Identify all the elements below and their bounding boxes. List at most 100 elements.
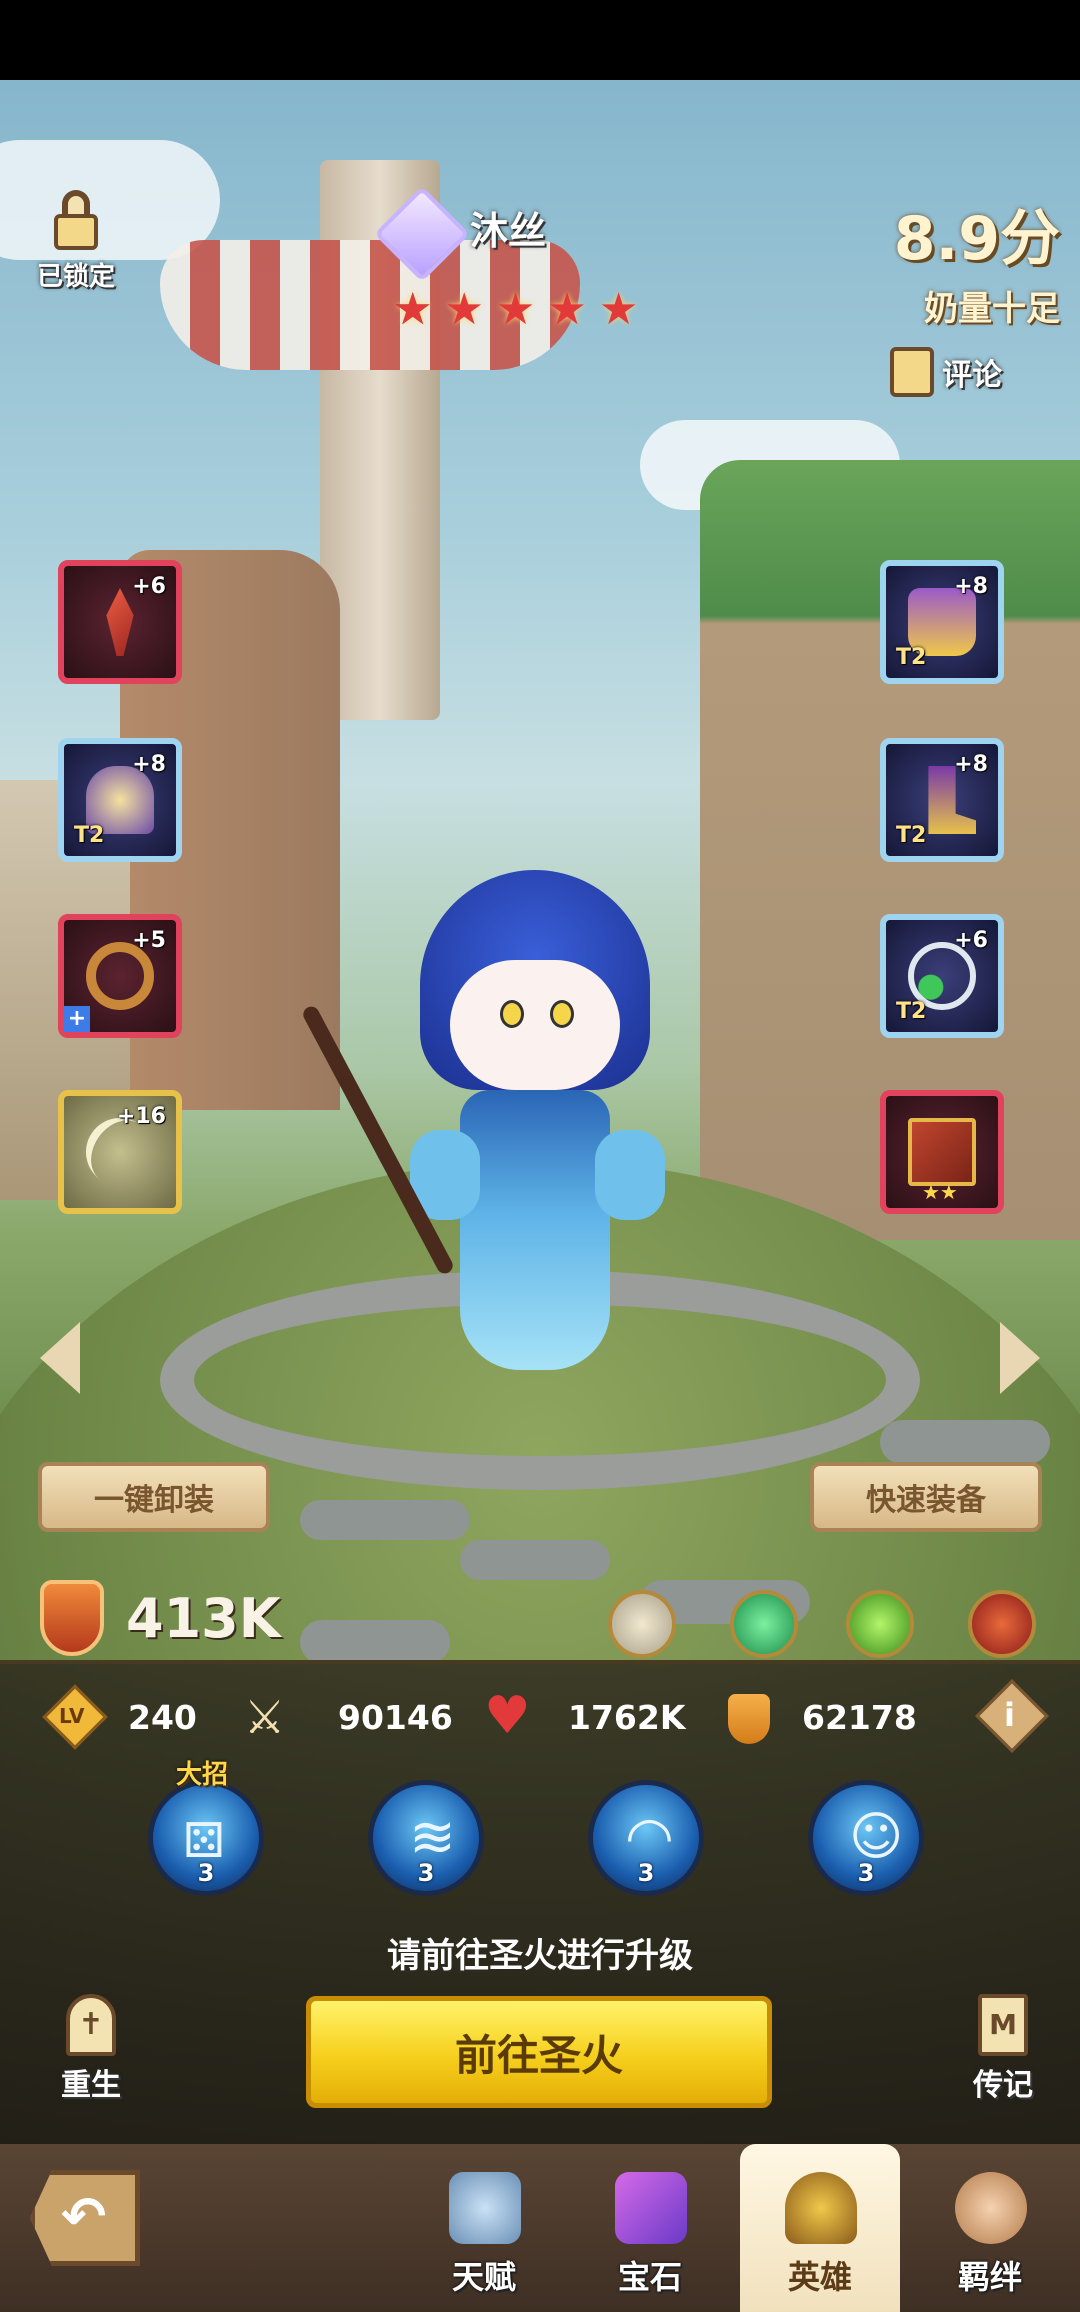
hero-eye [500, 1000, 524, 1028]
info-glyph: i [1004, 1696, 1015, 1734]
star-icon: ★ [444, 284, 484, 335]
prev-hero-arrow[interactable] [40, 1322, 80, 1394]
tier-badge: T2 [896, 823, 927, 848]
equip-slot-weapon[interactable]: +6 [58, 560, 182, 684]
equip-slot-artifact[interactable]: +16 [58, 1090, 182, 1214]
tab-bond[interactable]: 羁绊 [910, 2144, 1070, 2312]
attribute-icon[interactable] [968, 1590, 1036, 1658]
tab-talent[interactable]: 天赋 [404, 2144, 564, 2312]
skill-level: 3 [637, 1859, 655, 1887]
hero-level: 240 [128, 1698, 197, 1737]
hero-eye [550, 1000, 574, 1028]
enhance-level: +16 [116, 1104, 166, 1129]
tier-badge: T2 [896, 999, 927, 1024]
hero-name: 沐丝 [470, 209, 547, 253]
hp-value: 1762K [568, 1698, 686, 1737]
skill-ultimate[interactable]: ⚄ 3 [148, 1780, 264, 1896]
hero-robe [460, 1090, 610, 1370]
rating-score: 8.9分 [893, 204, 1060, 274]
equip-slot-armor[interactable]: +8 T2 [880, 560, 1004, 684]
lock-icon [54, 190, 98, 250]
tombstone-icon: ✝ [66, 1994, 116, 2056]
hero-header: 沐丝 ★ ★ ★ ★ ★ [370, 185, 710, 340]
rebirth-label: 重生 [61, 2068, 121, 2103]
skill-4[interactable]: ☺ 3 [808, 1780, 924, 1896]
upgrade-hint: 请前往圣火进行升级 [387, 1936, 693, 1976]
tab-label: 宝石 [617, 2258, 682, 2296]
defense-value: 62178 [802, 1698, 917, 1737]
status-bar [0, 0, 1080, 80]
tier-badge: T2 [896, 645, 927, 670]
stats-row: LV 240 ⚔ 90146 ♥ 1762K 62178 i [42, 1679, 1049, 1753]
equip-slot-boots[interactable]: +8 T2 [880, 738, 1004, 862]
rating-tag: 奶量十足 [924, 289, 1060, 329]
comment-label: 评论 [942, 358, 1002, 393]
power-row: 413K [40, 1578, 360, 1658]
stepping-stone [880, 1420, 1050, 1464]
equip-slot-necklace[interactable]: +6 T2 [880, 914, 1004, 1038]
enhance-level: +6 [132, 574, 166, 599]
hero-character[interactable] [300, 870, 690, 1400]
go-sacred-fire-button[interactable]: 前往圣火 [306, 1996, 772, 2108]
back-arrow-icon: ↶ [61, 2185, 107, 2248]
faction-crystal-icon [373, 185, 471, 283]
enhance-level: +8 [954, 574, 988, 599]
tab-label: 英雄 [787, 2258, 852, 2296]
biography-button[interactable]: M 传记 [948, 1994, 1058, 2104]
rebirth-button[interactable]: ✝ 重生 [36, 1994, 146, 2104]
star-icon: ★ [495, 284, 536, 335]
tab-label: 羁绊 [957, 2258, 1022, 2296]
next-hero-arrow[interactable] [1000, 1322, 1040, 1394]
skill-2[interactable]: ≋ 3 [368, 1780, 484, 1896]
tab-hero[interactable]: 英雄 [740, 2144, 900, 2312]
hero-sleeve [595, 1130, 665, 1220]
handshake-icon [955, 2172, 1027, 2244]
spirit-skill-icon: ☺ [849, 1807, 904, 1867]
unequip-all-button[interactable]: 一键卸装 [38, 1462, 270, 1532]
equip-slot-helmet[interactable]: +8 T2 [58, 738, 182, 862]
class-icon[interactable] [608, 1590, 676, 1658]
star-icon: ★ [547, 284, 587, 335]
biography-label: 传记 [973, 2068, 1033, 2103]
stepping-stone [300, 1500, 470, 1540]
attack-icon: ⚔ [244, 1690, 286, 1744]
stepping-stone [460, 1540, 610, 1580]
support-role-icon[interactable] [846, 1590, 914, 1658]
tab-gem[interactable]: 宝石 [570, 2144, 730, 2312]
enhance-level: +8 [954, 752, 988, 777]
book-icon [908, 1118, 976, 1186]
add-gem-icon: + [64, 1006, 90, 1032]
comment-icon [890, 347, 934, 397]
skill-level: 3 [197, 1859, 215, 1887]
skill-3[interactable]: ◠ 3 [588, 1780, 704, 1896]
defense-shield-icon [728, 1694, 770, 1744]
lock-toggle[interactable]: 已锁定 [26, 190, 126, 310]
heal-role-icon[interactable] [730, 1590, 798, 1658]
gift-box-icon [615, 2172, 687, 2244]
star-icon: ★ [393, 284, 433, 335]
hero-rating[interactable]: 8.9分 奶量十足 [860, 190, 1060, 330]
hp-heart-icon: ♥ [484, 1686, 531, 1746]
comment-button[interactable]: 评论 [890, 342, 1060, 402]
enhance-level: +5 [132, 928, 166, 953]
quick-equip-button[interactable]: 快速装备 [810, 1462, 1042, 1532]
talent-icon [449, 2172, 521, 2244]
back-button[interactable]: ↶ [30, 2170, 140, 2266]
star-icon: ★ [598, 284, 639, 335]
lock-label: 已锁定 [36, 262, 115, 292]
skill-level: 3 [417, 1859, 435, 1887]
enhance-level: +8 [132, 752, 166, 777]
book-stars: ★★ [922, 1180, 958, 1204]
combat-power: 413K [126, 1586, 281, 1650]
power-shield-icon [40, 1580, 104, 1656]
equip-slot-book[interactable]: ★★ [880, 1090, 1004, 1214]
attack-value: 90146 [338, 1698, 453, 1737]
ultimate-tag: 大招 [176, 1760, 229, 1790]
equip-slot-ring[interactable]: +5 + [58, 914, 182, 1038]
star-rating: ★ ★ ★ ★ ★ [393, 284, 638, 335]
bottom-nav: ↶ 天赋 宝石 英雄 羁绊 [0, 2144, 1080, 2312]
tier-badge: T2 [74, 823, 105, 848]
tab-label: 天赋 [451, 2258, 516, 2296]
hero-helmet-icon [785, 2172, 857, 2244]
level-badge-label: LV [59, 1704, 85, 1728]
